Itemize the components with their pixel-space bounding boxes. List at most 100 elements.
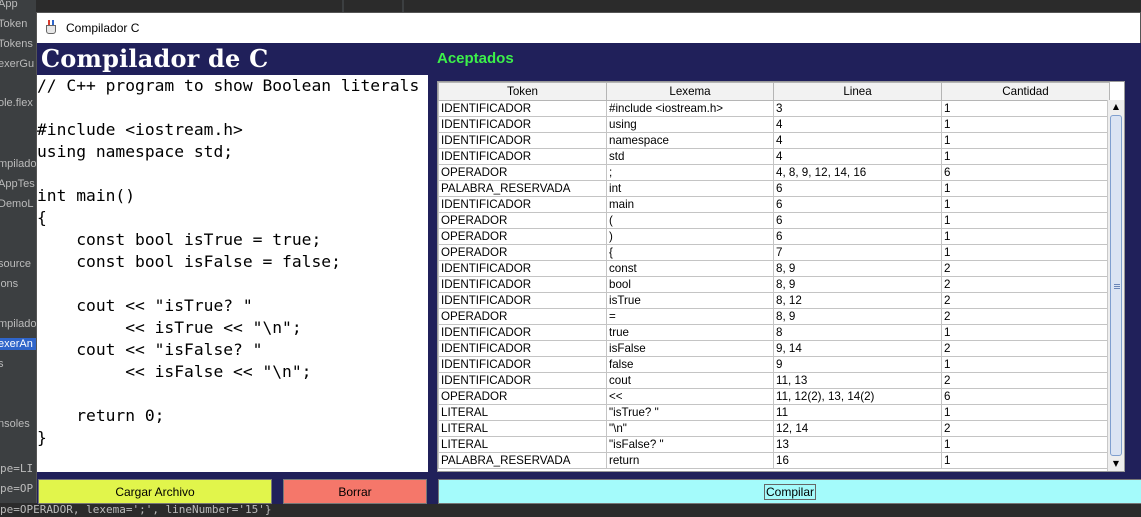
table-row[interactable]: IDENTIFICADOR bool 8, 92 [438, 276, 1110, 293]
linea-cell[interactable]: 6 [773, 228, 942, 245]
linea-cell[interactable]: 8, 9 [773, 276, 942, 293]
token-cell[interactable]: LITERAL [438, 404, 607, 421]
table-vertical-scrollbar[interactable]: ▲ ▼ [1107, 100, 1124, 471]
table-row[interactable]: IDENTIFICADOR main 6 1 [438, 196, 1110, 213]
lexema-cell[interactable]: isFalse [606, 340, 774, 357]
lexema-cell[interactable]: ( [606, 212, 774, 229]
ide-sidebar-item[interactable]: App [0, 0, 18, 10]
cantidad-cell[interactable]: 2 [941, 340, 1110, 357]
lexema-cell[interactable]: using [606, 116, 774, 133]
token-cell[interactable]: IDENTIFICADOR [438, 292, 607, 309]
token-cell[interactable]: LITERAL [438, 420, 607, 437]
table-row[interactable]: LITERAL "isTrue? " 11 1 [438, 404, 1110, 421]
table-row[interactable]: LITERAL "isFalse? " 13 1 [438, 436, 1110, 453]
cantidad-cell[interactable]: 1 [941, 196, 1110, 213]
cantidad-cell[interactable]: 1 [941, 116, 1110, 133]
table-row[interactable]: IDENTIFICADOR isTrue 8, 12 2 [438, 292, 1110, 309]
table-row[interactable]: OPERADOR{7 1 [438, 244, 1110, 261]
load-file-button[interactable]: Cargar Archivo [38, 479, 272, 504]
cantidad-cell[interactable]: 1 [941, 436, 1110, 453]
table-row[interactable]: IDENTIFICADOR const 8, 92 [438, 260, 1110, 277]
token-cell[interactable]: IDENTIFICADOR [438, 324, 607, 341]
table-row[interactable]: PALABRA_RESERVADA int 6 1 [438, 180, 1110, 197]
linea-cell[interactable]: 9, 14 [773, 340, 942, 357]
linea-cell[interactable]: 11, 12(2), 13, 14(2) [773, 388, 942, 405]
lexema-cell[interactable]: << [606, 388, 774, 405]
lexema-cell[interactable]: false [606, 356, 774, 373]
token-cell[interactable]: IDENTIFICADOR [438, 132, 607, 149]
linea-cell[interactable]: 9 [773, 356, 942, 373]
lexema-cell[interactable]: return [606, 452, 774, 469]
linea-cell[interactable]: 8 [773, 324, 942, 341]
lexema-cell[interactable]: main [606, 196, 774, 213]
token-cell[interactable]: IDENTIFICADOR [438, 372, 607, 389]
cantidad-cell[interactable]: 2 [941, 308, 1110, 325]
lexema-cell[interactable]: = [606, 308, 774, 325]
ide-sidebar-item[interactable]: Tokens [0, 38, 33, 50]
table-row[interactable]: IDENTIFICADOR #include <iostream.h> 3 1 [438, 100, 1110, 117]
table-row[interactable]: IDENTIFICADOR using 4 1 [438, 116, 1110, 133]
ide-sidebar-item[interactable]: ions [0, 278, 18, 290]
table-row[interactable]: OPERADOR; 4, 8, 9, 12, 14, 16 6 [438, 164, 1110, 181]
linea-cell[interactable]: 8, 9 [773, 260, 942, 277]
token-cell[interactable]: IDENTIFICADOR [438, 148, 607, 165]
table-row[interactable]: IDENTIFICADOR true 8 1 [438, 324, 1110, 341]
source-code-editor[interactable]: // C++ program to show Boolean literals #… [37, 75, 428, 472]
token-cell[interactable]: OPERADOR [438, 244, 607, 261]
cantidad-cell[interactable]: 6 [941, 388, 1110, 405]
cantidad-cell[interactable]: 2 [941, 292, 1110, 309]
table-row[interactable]: IDENTIFICADOR false 9 1 [438, 356, 1110, 373]
linea-cell[interactable]: 6 [773, 196, 942, 213]
table-row[interactable]: LITERAL "\n" 12, 14 2 [438, 420, 1110, 437]
linea-cell[interactable]: 4 [773, 132, 942, 149]
token-cell[interactable]: IDENTIFICADOR [438, 260, 607, 277]
scroll-down-arrow-icon[interactable]: ▼ [1108, 457, 1124, 471]
ide-sidebar-item[interactable]: AppTes [0, 178, 35, 190]
token-cell[interactable]: PALABRA_RESERVADA [438, 180, 607, 197]
cantidad-cell[interactable]: 6 [941, 164, 1110, 181]
token-cell[interactable]: OPERADOR [438, 228, 607, 245]
token-cell[interactable]: IDENTIFICADOR [438, 340, 607, 357]
token-cell[interactable]: OPERADOR [438, 308, 607, 325]
linea-cell[interactable]: 3 [773, 100, 942, 117]
cantidad-cell[interactable]: 1 [941, 180, 1110, 197]
cantidad-cell[interactable]: 1 [941, 452, 1110, 469]
cantidad-cell[interactable]: 2 [941, 420, 1110, 437]
token-cell[interactable]: PALABRA_RESERVADA [438, 452, 607, 469]
ide-sidebar-item-selected[interactable]: exerAn [0, 338, 36, 350]
lexema-cell[interactable]: ) [606, 228, 774, 245]
linea-cell[interactable]: 6 [773, 212, 942, 229]
scrollbar-thumb[interactable] [1110, 115, 1122, 456]
table-row[interactable]: PALABRA_RESERVADA return 16 1 [438, 452, 1110, 469]
ide-sidebar-item[interactable]: source [0, 258, 31, 270]
lexema-cell[interactable]: ; [606, 164, 774, 181]
table-row[interactable]: IDENTIFICADOR isFalse 9, 14 2 [438, 340, 1110, 357]
column-header-lexema[interactable]: Lexema [606, 82, 774, 101]
token-cell[interactable]: IDENTIFICADOR [438, 356, 607, 373]
linea-cell[interactable]: 4, 8, 9, 12, 14, 16 [773, 164, 942, 181]
ide-sidebar-item[interactable]: Token [0, 18, 27, 30]
token-cell[interactable]: IDENTIFICADOR [438, 276, 607, 293]
cantidad-cell[interactable]: 2 [941, 276, 1110, 293]
linea-cell[interactable]: 8, 12 [773, 292, 942, 309]
linea-cell[interactable]: 13 [773, 436, 942, 453]
table-row[interactable]: IDENTIFICADOR cout 11, 13 2 [438, 372, 1110, 389]
lexema-cell[interactable]: "isTrue? " [606, 404, 774, 421]
lexema-cell[interactable]: int [606, 180, 774, 197]
ide-sidebar-item[interactable]: s [0, 358, 4, 370]
linea-cell[interactable]: 12, 14 [773, 420, 942, 437]
lexema-cell[interactable]: #include <iostream.h> [606, 100, 774, 117]
ide-sidebar-item[interactable]: mpilado [0, 158, 36, 170]
ide-sidebar-item[interactable]: mpilado [0, 318, 36, 330]
token-cell[interactable]: OPERADOR [438, 388, 607, 405]
linea-cell[interactable]: 11, 13 [773, 372, 942, 389]
window-titlebar[interactable]: Compilador C [37, 13, 1140, 43]
cantidad-cell[interactable]: 1 [941, 324, 1110, 341]
cantidad-cell[interactable]: 1 [941, 212, 1110, 229]
token-cell[interactable]: IDENTIFICADOR [438, 116, 607, 133]
ide-sidebar-item[interactable]: ole.flex [0, 97, 33, 109]
table-row[interactable]: OPERADOR = 8, 92 [438, 308, 1110, 325]
lexema-cell[interactable]: "\n" [606, 420, 774, 437]
lexema-cell[interactable]: std [606, 148, 774, 165]
column-header-token[interactable]: Token [438, 82, 607, 101]
